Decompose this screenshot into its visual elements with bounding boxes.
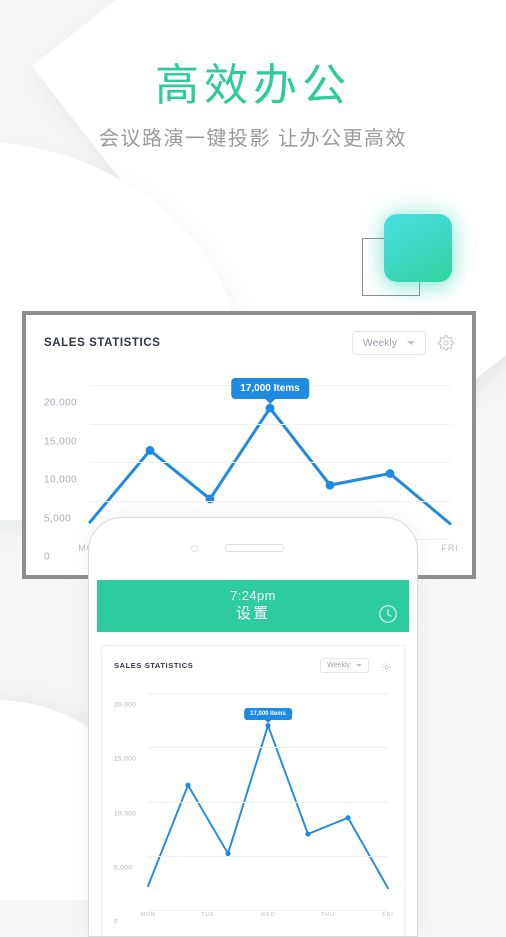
y-axis-tick-label: 15,000: [114, 755, 137, 763]
chart-data-point[interactable]: [185, 782, 191, 788]
phone-mockup: 7:24pm 设置 SALES STATISTICS Weekly 0 5,00…: [88, 517, 418, 937]
y-axis-tick-label: 10,000: [44, 474, 77, 486]
phone-card-toolbar: Weekly: [320, 657, 392, 673]
x-axis-tick-label: FRI: [382, 912, 394, 918]
gridline: [148, 747, 388, 749]
card-toolbar: Weekly: [351, 331, 454, 355]
gear-icon[interactable]: [438, 335, 454, 351]
y-axis-tick-label: 20.000: [114, 701, 137, 709]
phone-app-header: 7:24pm 设置: [97, 580, 409, 632]
x-axis-tick-label: THU: [321, 912, 335, 918]
y-axis-tick-label: 0: [44, 551, 50, 563]
y-axis-tick-label: 0: [114, 918, 119, 926]
chart-data-point[interactable]: [205, 494, 215, 504]
page-subtitle: 会议路演一键投影 让办公更高效: [98, 127, 408, 150]
card-title: SALES STATISTICS: [44, 337, 161, 349]
y-axis-tick-label: 15,000: [44, 436, 77, 447]
phone-volume-button: [88, 586, 89, 600]
phone-chart-plot-area: 17,000 Items: [147, 693, 389, 911]
gridline: [148, 801, 388, 803]
gradient-square-decor: [384, 214, 452, 282]
x-axis-tick-label: FRI: [441, 543, 459, 553]
power-clock-icon[interactable]: [377, 603, 399, 625]
chart-data-point[interactable]: [345, 815, 351, 821]
chart-data-point[interactable]: [325, 480, 335, 490]
gridline: [90, 500, 450, 502]
card-header: SALES STATISTICS Weekly: [44, 329, 454, 357]
y-axis-labels: 0 5,000 10,000 15,000 20.000: [44, 385, 90, 563]
phone-card-header: SALES STATISTICS Weekly: [114, 655, 392, 675]
phone-period-dropdown-label: Weekly: [327, 661, 350, 669]
phone-y-axis-labels: 0 5,000 10,000 15,000 20.000: [114, 693, 148, 926]
gridline: [90, 423, 450, 425]
phone-x-axis-labels: MON TUE WED THU FRI: [140, 910, 392, 928]
chart-plot-area: 17,000 Items: [88, 378, 452, 540]
phone-sales-statistics-card: SALES STATISTICS Weekly 0 5,000 10,000 1…: [101, 645, 405, 936]
earpiece-speaker-icon: [225, 544, 284, 552]
x-axis-tick-label: MON: [140, 912, 156, 918]
phone-sales-line-chart: 0 5,000 10,000 15,000 20.000 17,000 Items MO…: [114, 681, 393, 930]
page-title: 高效办公: [155, 61, 351, 110]
x-axis-tick-label: TUE: [201, 912, 215, 918]
front-camera-icon: [191, 545, 198, 552]
chart-tooltip: 17,000 Items: [231, 378, 309, 400]
chart-data-point[interactable]: [265, 722, 271, 729]
chart-data-point[interactable]: [305, 831, 311, 837]
x-axis-tick-label: WED: [260, 912, 276, 918]
screen-title: 设置: [235, 605, 270, 623]
y-axis-tick-label: 10,000: [114, 810, 137, 817]
chart-data-point[interactable]: [385, 469, 395, 478]
gridline: [90, 462, 450, 463]
chevron-down-icon: [356, 663, 362, 667]
chart-data-point[interactable]: [265, 403, 275, 413]
gridline: [148, 855, 388, 857]
chart-line: [88, 406, 452, 526]
gridline: [148, 693, 388, 694]
chart-tooltip: 17,000 Items: [244, 707, 292, 720]
chevron-down-icon: [407, 341, 415, 345]
period-dropdown-label: Weekly: [362, 337, 397, 349]
gear-icon[interactable]: [381, 660, 392, 672]
chart-line: [147, 724, 389, 890]
hero-section: 高效办公 会议路演一键投影 让办公更高效: [0, 60, 506, 151]
period-dropdown[interactable]: Weekly: [351, 331, 426, 355]
y-axis-tick-label: 20.000: [44, 397, 77, 409]
clock-time: 7:24pm: [230, 588, 276, 604]
y-axis-tick-label: 5,000: [44, 513, 72, 524]
phone-card-title: SALES STATISTICS: [114, 660, 194, 670]
chart-data-point[interactable]: [145, 446, 155, 455]
phone-power-button: [417, 580, 418, 602]
y-axis-tick-label: 5,000: [114, 864, 133, 872]
phone-period-dropdown[interactable]: Weekly: [320, 657, 369, 673]
